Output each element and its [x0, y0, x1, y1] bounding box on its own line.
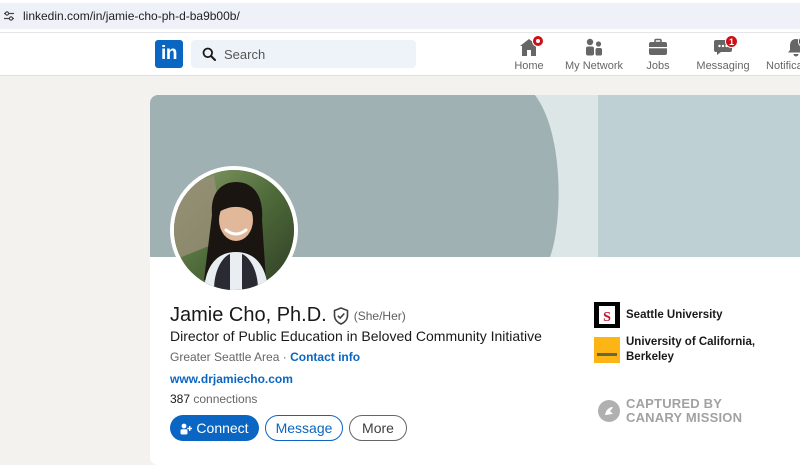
profile-location: Greater Seattle Area — [170, 350, 280, 364]
message-button[interactable]: Message — [265, 415, 343, 441]
verified-shield-icon[interactable] — [333, 306, 349, 325]
education-item-seattle-university[interactable]: S Seattle University — [594, 302, 723, 328]
message-count-badge: 1 — [725, 35, 738, 48]
site-settings-icon[interactable] — [3, 10, 15, 22]
profile-name: Jamie Cho, Ph.D. — [170, 304, 327, 326]
linkedin-logo[interactable]: in — [155, 40, 183, 68]
profile-name-row: Jamie Cho, Ph.D. (She/Her) — [170, 304, 406, 327]
nav-label: Home — [514, 60, 544, 72]
nav-label: Notifications — [766, 60, 800, 72]
notification-dot — [532, 35, 544, 47]
svg-text:S: S — [603, 310, 611, 325]
search-icon — [202, 47, 216, 61]
separator: · — [279, 350, 291, 364]
education-item-uc-berkeley[interactable]: University of California, Berkeley — [594, 335, 764, 365]
nav-my-network[interactable]: My Network — [564, 36, 624, 74]
connections-label: connections — [190, 392, 258, 406]
nav-home[interactable]: Home — [513, 35, 545, 74]
seattle-university-logo: S — [594, 302, 620, 328]
nav-notifications[interactable]: 8 Notifications — [760, 35, 800, 74]
profile-actions: Connect Message More — [170, 415, 407, 441]
url-field[interactable]: linkedin.com/in/jamie-cho-ph-d-ba9b00b/ — [0, 3, 800, 29]
profile-avatar[interactable] — [170, 166, 298, 294]
nav-label: Messaging — [696, 60, 750, 72]
contact-info-link[interactable]: Contact info — [290, 350, 360, 364]
connections-number: 387 — [170, 392, 191, 406]
location-row: Greater Seattle Area · Contact info — [170, 350, 360, 364]
more-button[interactable]: More — [349, 415, 407, 441]
people-icon — [586, 38, 602, 56]
url-text: linkedin.com/in/jamie-cho-ph-d-ba9b00b/ — [23, 9, 240, 23]
education-name: University of California, Berkeley — [626, 336, 756, 363]
add-person-icon — [180, 422, 193, 435]
nav-jobs[interactable]: Jobs — [644, 36, 672, 74]
watermark-line2: CANARY MISSION — [626, 410, 743, 425]
profile-headline: Director of Public Education in Beloved … — [170, 328, 542, 344]
education-name: Seattle University — [626, 308, 723, 321]
connect-button[interactable]: Connect — [170, 415, 259, 441]
connect-label: Connect — [196, 420, 249, 436]
canary-mission-watermark: CAPTURED BY CANARY MISSION — [598, 397, 742, 425]
nav-label: Jobs — [646, 60, 670, 72]
connections-count[interactable]: 387 connections — [170, 392, 257, 406]
browser-address-bar: linkedin.com/in/jamie-cho-ph-d-ba9b00b/ — [0, 0, 800, 33]
website-link[interactable]: www.drjamiecho.com — [170, 372, 293, 386]
briefcase-icon — [649, 38, 667, 55]
nav-label: My Network — [564, 60, 624, 72]
search-input[interactable] — [224, 46, 404, 62]
watermark-line1: CAPTURED BY — [626, 396, 723, 411]
top-nav: in Home My Network Jobs 1 Messaging — [0, 33, 800, 76]
nav-messaging[interactable]: 1 Messaging — [696, 35, 750, 74]
search-box[interactable] — [191, 40, 416, 68]
profile-pronouns: (She/Her) — [353, 308, 406, 323]
canary-bird-icon — [598, 400, 620, 422]
uc-berkeley-logo — [594, 337, 620, 363]
